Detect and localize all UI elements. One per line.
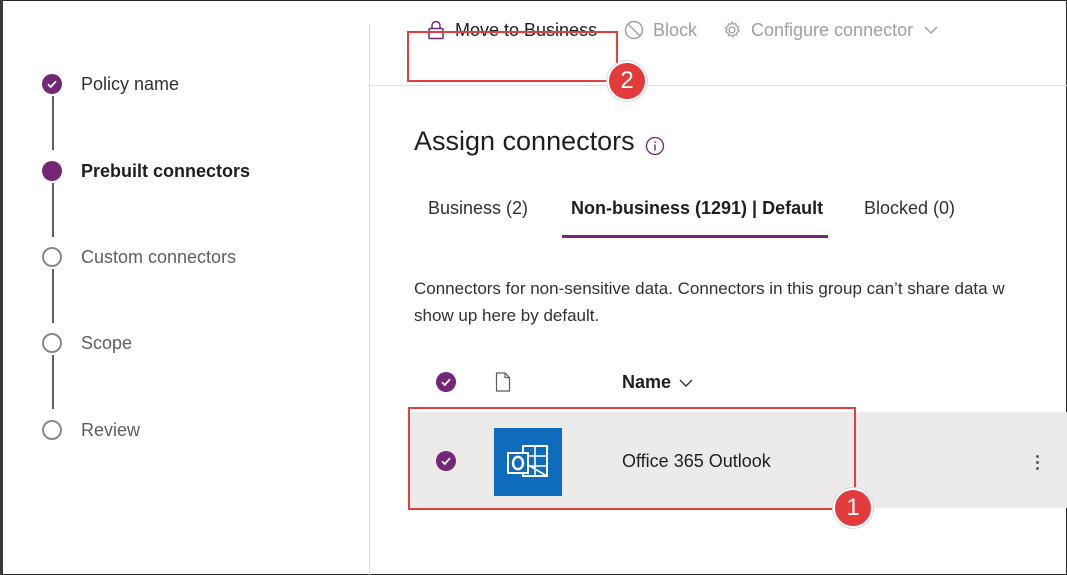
step-label: Policy name (81, 73, 180, 94)
empty-circle-icon (42, 420, 62, 440)
stepper-connector-line (52, 355, 54, 409)
empty-circle-icon (42, 333, 62, 353)
step-custom-connectors[interactable]: Custom connectors (42, 245, 236, 269)
highlight-box-connector-row (408, 407, 856, 510)
name-column-header[interactable]: Name (622, 372, 693, 393)
tab-non-business[interactable]: Non-business (1291) | Default (571, 198, 823, 219)
step-label: Scope (81, 332, 133, 353)
step-label: Prebuilt connectors (81, 160, 251, 181)
configure-connector-button[interactable]: Configure connector (722, 16, 941, 44)
info-icon[interactable] (645, 132, 665, 155)
tab-blocked[interactable]: Blocked (0) (864, 198, 955, 219)
selected-tab-indicator (562, 235, 828, 238)
step-scope[interactable]: Scope (42, 331, 132, 355)
step-policy-name[interactable]: Policy name (42, 72, 179, 96)
stepper-connector-line (52, 183, 54, 237)
description-line: show up here by default. (414, 306, 600, 325)
chevron-down-icon (679, 379, 693, 387)
step-prebuilt-connectors[interactable]: Prebuilt connectors (42, 159, 250, 183)
current-step-icon (42, 161, 62, 181)
document-icon (495, 372, 511, 397)
empty-circle-icon (42, 247, 62, 267)
block-button[interactable]: Block (624, 16, 697, 44)
gear-icon (722, 20, 742, 40)
wizard-stepper (0, 24, 370, 575)
highlight-box-move-button (407, 31, 618, 82)
checkmark-icon (441, 378, 451, 387)
more-options-icon[interactable] (1030, 450, 1044, 474)
configure-connector-label: Configure connector (751, 19, 914, 40)
description-line: Connectors for non-sensitive data. Conne… (414, 279, 1005, 298)
select-all-checkbox[interactable] (436, 372, 456, 392)
page-title: Assign connectors (414, 126, 665, 157)
tab-business[interactable]: Business (2) (428, 198, 528, 219)
block-icon (624, 20, 644, 40)
callout-badge-2: 2 (607, 61, 647, 101)
stepper-connector-line (52, 96, 54, 150)
step-label: Custom connectors (81, 246, 237, 267)
step-label: Review (81, 419, 141, 440)
checkmark-icon (42, 74, 62, 94)
chevron-down-icon (921, 20, 941, 40)
group-description: Connectors for non-sensitive data. Conne… (414, 275, 1067, 329)
block-label: Block (653, 19, 698, 40)
page-title-text: Assign connectors (414, 126, 635, 156)
stepper-connector-line (52, 269, 54, 323)
column-header-label: Name (622, 372, 672, 392)
step-review[interactable]: Review (42, 418, 140, 442)
callout-badge-1: 1 (833, 488, 873, 528)
